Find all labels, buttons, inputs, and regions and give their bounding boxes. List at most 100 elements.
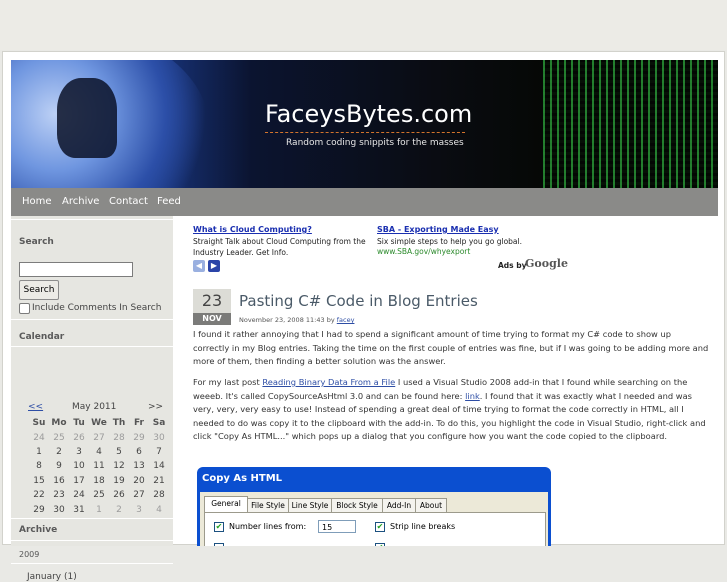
search-input[interactable] — [19, 262, 133, 277]
calendar-day[interactable]: 31 — [69, 502, 89, 516]
nav-feed[interactable]: Feed — [157, 196, 181, 207]
post-meta: November 23, 2008 11:43 by facey — [239, 316, 354, 324]
number-lines-label: Number lines from: — [229, 522, 307, 531]
number-lines-input[interactable]: 15 — [318, 520, 356, 533]
calendar-day[interactable]: 18 — [89, 474, 109, 488]
ad-title-link[interactable]: What is Cloud Computing? — [193, 225, 312, 234]
ad-url[interactable]: www.SBA.gov/whyexport — [377, 247, 470, 256]
calendar-day[interactable]: 25 — [49, 430, 69, 444]
calendar-prev-link[interactable]: << — [28, 402, 43, 412]
dialog-tab-add-in[interactable]: Add-In — [382, 498, 416, 512]
strip-breaks-checkbox[interactable]: ✔ — [375, 522, 385, 532]
post-link[interactable]: Reading Binary Data From a File — [262, 377, 395, 387]
ad-prev-icon[interactable]: ◀ — [193, 260, 205, 272]
ad-description: Straight Talk about Cloud Computing from… — [193, 237, 366, 257]
calendar-day[interactable]: 21 — [149, 474, 169, 488]
calendar-day[interactable]: 29 — [129, 430, 149, 444]
post-link[interactable]: link — [465, 391, 480, 401]
calendar-day[interactable]: 19 — [109, 474, 129, 488]
calendar-day[interactable]: 13 — [129, 459, 149, 473]
include-comments-label: Include Comments In Search — [32, 303, 162, 313]
calendar-day[interactable]: 9 — [49, 459, 69, 473]
calendar-dow: Tu — [73, 418, 85, 429]
calendar-day[interactable]: 4 — [149, 502, 169, 516]
calendar-day[interactable]: 2 — [109, 502, 129, 516]
dialog-tab-line-style[interactable]: Line Style — [288, 498, 332, 512]
calendar-day[interactable]: 1 — [89, 502, 109, 516]
calendar-day[interactable]: 15 — [29, 474, 49, 488]
site-header: FaceysBytes.com Random coding snippits f… — [11, 60, 718, 188]
calendar-day[interactable]: 29 — [29, 502, 49, 516]
sidebar-divider — [11, 346, 173, 347]
calendar-day[interactable]: 23 — [49, 488, 69, 502]
dialog-tab-about[interactable]: About — [415, 498, 447, 512]
calendar-day[interactable]: 8 — [29, 459, 49, 473]
ad-description: Six simple steps to help you go global. — [377, 237, 522, 246]
calendar-dow: Th — [112, 418, 126, 429]
calendar-day[interactable]: 25 — [89, 488, 109, 502]
top-background — [0, 0, 727, 50]
calendar-day[interactable]: 24 — [29, 430, 49, 444]
calendar-day[interactable]: 17 — [69, 474, 89, 488]
dialog-tab-panel: ✔ Number lines from: 15 ✔ Strip line bre… — [204, 512, 546, 546]
calendar-day[interactable]: 11 — [89, 459, 109, 473]
nav-home[interactable]: Home — [22, 196, 52, 207]
calendar-dow: We — [91, 418, 107, 429]
include-comments-checkbox[interactable] — [19, 303, 30, 314]
dialog-tab-block-style[interactable]: Block Style — [331, 498, 383, 512]
calendar-day[interactable]: 26 — [69, 430, 89, 444]
nav-contact[interactable]: Contact — [109, 196, 148, 207]
post-day: 23 — [193, 289, 231, 313]
calendar-day[interactable]: 14 — [149, 459, 169, 473]
post-month: NOV — [193, 313, 231, 325]
archive-year[interactable]: 2009 — [19, 550, 39, 559]
dialog-tab-file-style[interactable]: File Style — [247, 498, 289, 512]
nav-archive[interactable]: Archive — [62, 196, 99, 207]
post-date-badge: 23 NOV — [193, 289, 231, 325]
post-author-link[interactable]: facey — [337, 316, 355, 324]
dialog-tab-general[interactable]: General — [204, 496, 248, 512]
calendar-day[interactable]: 27 — [89, 430, 109, 444]
archive-heading: Archive — [19, 525, 58, 535]
calendar-day[interactable]: 2 — [49, 445, 69, 459]
calendar-day[interactable]: 28 — [109, 430, 129, 444]
calendar-day[interactable]: 27 — [129, 488, 149, 502]
calendar-day[interactable]: 24 — [69, 488, 89, 502]
calendar-day[interactable]: 1 — [29, 445, 49, 459]
sidebar: Search Search Include Comments In Search… — [11, 216, 173, 582]
calendar-day[interactable]: 30 — [49, 502, 69, 516]
calendar-day[interactable]: 3 — [69, 445, 89, 459]
google-logo[interactable]: Google — [525, 257, 568, 270]
ad-title-link[interactable]: SBA - Exporting Made Easy — [377, 225, 499, 234]
calendar-day[interactable]: 6 — [129, 445, 149, 459]
calendar-day[interactable]: 30 — [149, 430, 169, 444]
calendar-day[interactable]: 5 — [109, 445, 129, 459]
calendar-next-link[interactable]: >> — [148, 402, 163, 412]
search-heading: Search — [19, 237, 54, 247]
calendar-day[interactable]: 20 — [129, 474, 149, 488]
archive-month-link[interactable]: January (1) — [27, 572, 77, 582]
sidebar-divider — [11, 540, 173, 541]
post-paragraph: For my last post Reading Binary Data Fro… — [193, 376, 709, 444]
calendar-day[interactable]: 4 — [89, 445, 109, 459]
sidebar-divider — [11, 219, 173, 220]
calendar-grid: Su Mo Tu We Th Fr Sa 24 25 26 27 28 29 3… — [29, 416, 169, 517]
calendar-day[interactable]: 3 — [129, 502, 149, 516]
calendar-dow: Sa — [152, 418, 166, 429]
site-tagline: Random coding snippits for the masses — [286, 138, 464, 148]
calendar-heading: Calendar — [19, 332, 65, 342]
calendar-day[interactable]: 22 — [29, 488, 49, 502]
post-title[interactable]: Pasting C# Code in Blog Entries — [239, 292, 478, 310]
search-button[interactable]: Search — [19, 280, 59, 300]
calendar-dow: Su — [32, 418, 46, 429]
site-title[interactable]: FaceysBytes.com — [265, 100, 472, 128]
calendar-day[interactable]: 7 — [149, 445, 169, 459]
ad-next-icon[interactable]: ▶ — [208, 260, 220, 272]
calendar-day[interactable]: 16 — [49, 474, 69, 488]
calendar-day[interactable]: 28 — [149, 488, 169, 502]
sidebar-divider — [11, 518, 173, 519]
number-lines-checkbox[interactable]: ✔ — [214, 522, 224, 532]
calendar-day[interactable]: 12 — [109, 459, 129, 473]
calendar-day[interactable]: 10 — [69, 459, 89, 473]
calendar-day[interactable]: 26 — [109, 488, 129, 502]
